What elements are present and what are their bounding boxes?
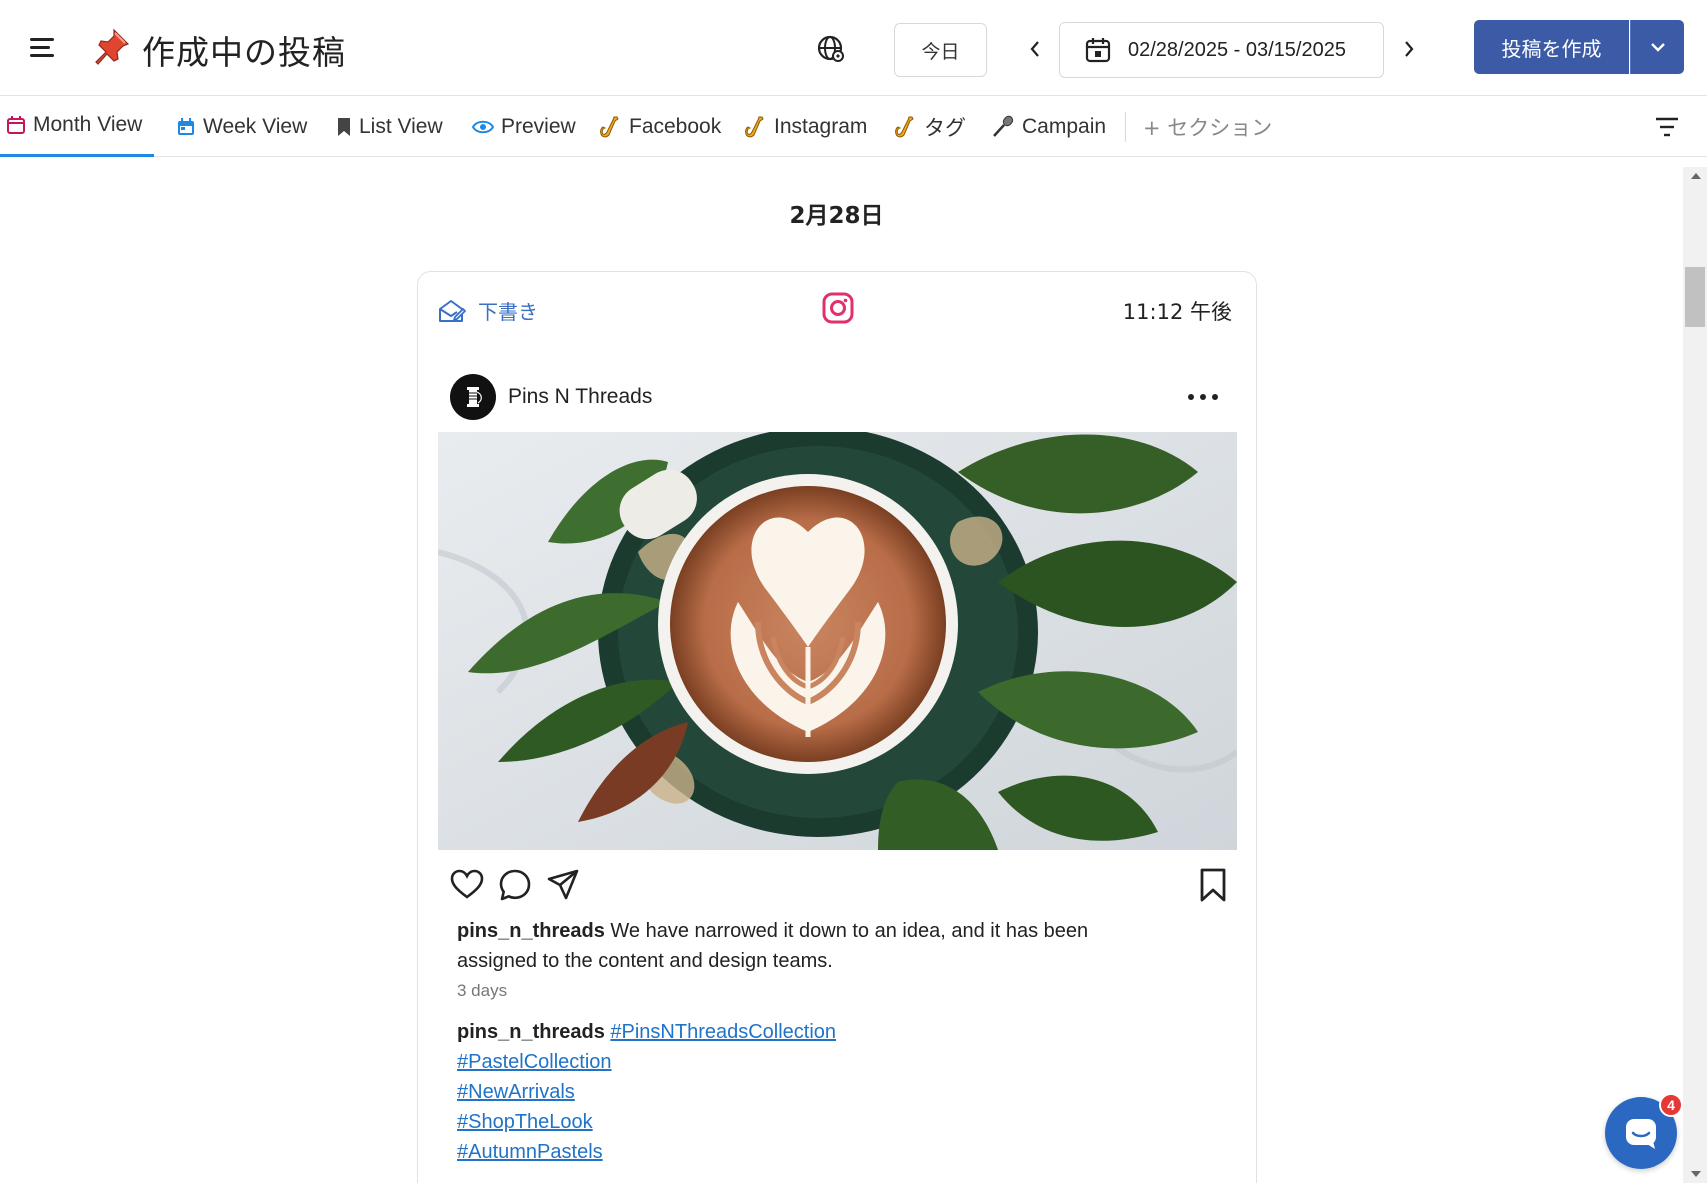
- bookmark-icon: [338, 117, 350, 136]
- tab-preview[interactable]: Preview: [472, 96, 576, 157]
- tab-label: Week View: [203, 114, 308, 138]
- instagram-icon: [822, 292, 854, 324]
- tab-label: タグ: [924, 115, 966, 140]
- post-time: 11:12 午後: [1122, 300, 1232, 324]
- tab-divider: [1125, 112, 1126, 142]
- eye-icon: [472, 120, 494, 133]
- post-caption: pins_n_threads We have narrowed it down …: [457, 916, 1157, 976]
- draft-envelope-icon: [439, 299, 466, 322]
- hashtag-link[interactable]: #PastelCollection: [457, 1051, 612, 1073]
- saxophone-icon: [745, 116, 764, 137]
- comment-icon[interactable]: [498, 868, 532, 902]
- draft-label: 下書き: [478, 300, 538, 324]
- scrollbar-thumb[interactable]: [1685, 267, 1705, 327]
- saxophone-icon: [600, 116, 619, 137]
- tab-label: List View: [359, 114, 443, 138]
- more-options-icon[interactable]: [1188, 392, 1218, 402]
- share-icon[interactable]: [546, 868, 580, 902]
- account-row: Pins N Threads: [450, 374, 652, 420]
- top-header: 作成中の投稿 今日 02/28/2025 - 03/15/2025 投稿を作成: [0, 0, 1707, 96]
- chevron-left-icon: [1030, 41, 1039, 57]
- scrollbar[interactable]: [1683, 167, 1707, 1183]
- hashtag-username: pins_n_threads: [457, 1021, 605, 1043]
- filter-icon[interactable]: [1654, 116, 1680, 138]
- create-post-dropdown[interactable]: [1630, 20, 1684, 74]
- calendar-icon: [7, 116, 25, 134]
- tab-label: Campain: [1022, 114, 1107, 138]
- chevron-right-icon: [1405, 41, 1414, 57]
- tab-campain[interactable]: Campain: [991, 96, 1106, 157]
- tab-tags[interactable]: タグ: [893, 96, 966, 157]
- view-tabs: Month View Week View List View Preview F…: [0, 96, 1707, 157]
- post-card-header: 下書き 11:12 午後: [418, 272, 1256, 344]
- tab-label: Instagram: [774, 114, 868, 138]
- heart-icon[interactable]: [450, 868, 484, 902]
- tab-instagram[interactable]: Instagram: [743, 96, 867, 157]
- microphone-icon: [993, 115, 1014, 137]
- create-post-button[interactable]: 投稿を作成: [1474, 20, 1629, 74]
- calendar-week-icon: [178, 117, 194, 135]
- caption-username: pins_n_threads: [457, 920, 605, 942]
- chat-bubble-icon: [1626, 1119, 1656, 1149]
- calendar-icon: [1085, 38, 1111, 63]
- hashtag-link[interactable]: #PinsNThreadsCollection: [610, 1021, 836, 1043]
- today-button[interactable]: 今日: [894, 23, 987, 77]
- avatar: [450, 374, 496, 420]
- next-range-button[interactable]: [1396, 34, 1422, 64]
- scroll-down-arrow[interactable]: [1691, 1171, 1701, 1177]
- pushpin-icon: [95, 28, 130, 65]
- hashtag-link[interactable]: #AutumnPastels: [457, 1141, 603, 1163]
- post-age: 3 days: [457, 981, 508, 1000]
- add-section-button[interactable]: + セクション: [1143, 96, 1272, 157]
- thread-spool-logo-icon: [467, 387, 482, 407]
- hashtag-block: pins_n_threads #PinsNThreadsCollection #…: [457, 1017, 836, 1167]
- tab-label: Facebook: [629, 114, 722, 138]
- chevron-down-icon: [1650, 43, 1665, 52]
- tab-label: Month View: [33, 113, 143, 136]
- notification-badge: 4: [1659, 1093, 1683, 1117]
- post-image: [438, 432, 1237, 850]
- post-actions: [450, 868, 1226, 904]
- hashtag-link[interactable]: #ShopTheLook: [457, 1111, 593, 1133]
- tab-label: Preview: [501, 114, 576, 138]
- account-name: Pins N Threads: [508, 385, 653, 408]
- tab-week-view[interactable]: Week View: [176, 96, 307, 157]
- menu-icon[interactable]: [30, 38, 56, 60]
- day-heading: 2月28日: [789, 203, 884, 229]
- saxophone-icon: [895, 116, 914, 137]
- date-range-picker[interactable]: 02/28/2025 - 03/15/2025: [1059, 22, 1384, 78]
- tab-month-view[interactable]: Month View: [0, 96, 155, 157]
- previous-range-button[interactable]: [1022, 34, 1048, 64]
- bookmark-icon[interactable]: [1196, 868, 1230, 902]
- tab-list-view[interactable]: List View: [336, 96, 443, 157]
- chat-support-button[interactable]: 4: [1605, 1093, 1683, 1169]
- scroll-up-arrow[interactable]: [1691, 173, 1701, 179]
- draft-status[interactable]: 下書き: [438, 296, 538, 325]
- hashtag-link[interactable]: #NewArrivals: [457, 1081, 575, 1103]
- globe-settings-icon[interactable]: [816, 34, 846, 64]
- post-card[interactable]: 下書き 11:12 午後 Pins N Threads pins_n_threa…: [417, 271, 1257, 1183]
- tab-facebook[interactable]: Facebook: [598, 96, 721, 157]
- page-title: 作成中の投稿: [142, 33, 346, 72]
- date-range-text: 02/28/2025 - 03/15/2025: [1128, 38, 1346, 61]
